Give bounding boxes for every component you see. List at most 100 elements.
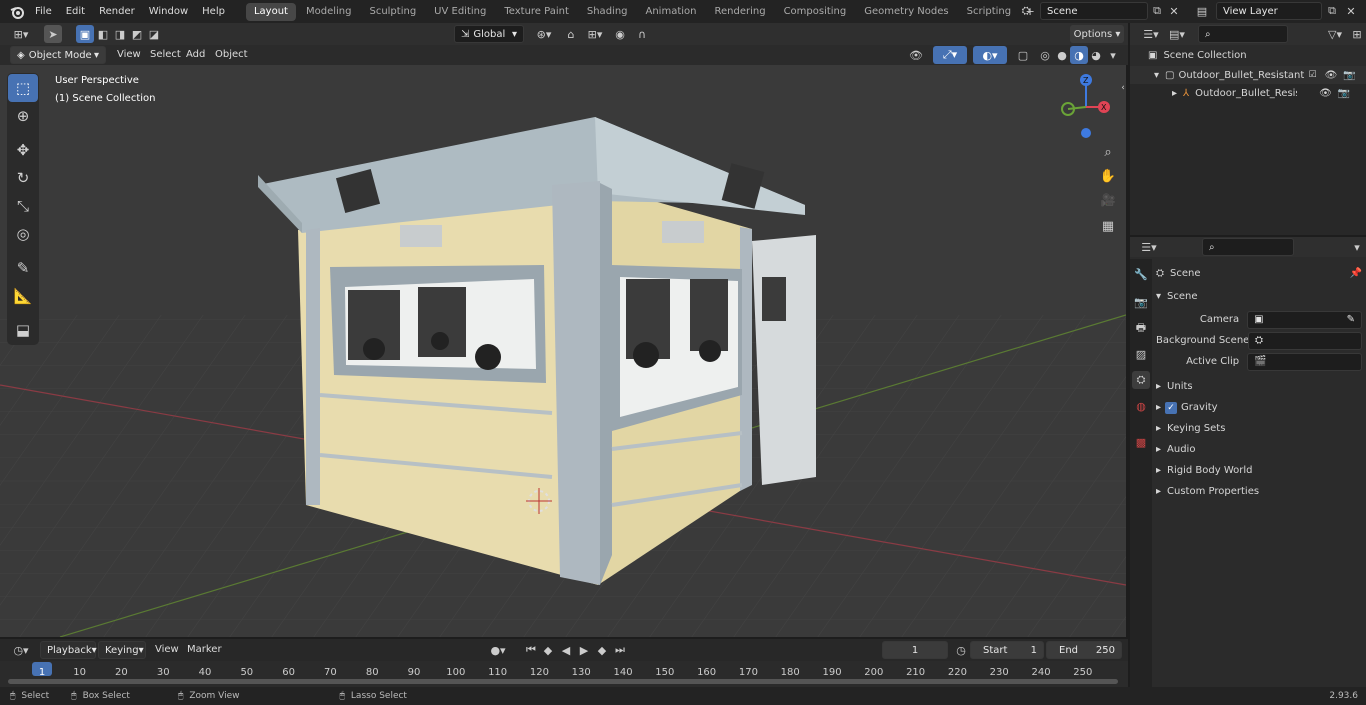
timeline-marker-menu[interactable]: Marker xyxy=(180,638,229,661)
end-frame-field[interactable]: End 250 xyxy=(1046,641,1122,659)
material-shading-icon[interactable]: ◑ xyxy=(1070,46,1088,64)
properties-options-icon[interactable]: ▾ xyxy=(1348,238,1366,256)
next-keyframe-icon[interactable]: ◆ xyxy=(593,641,611,659)
panel-keying-sets[interactable]: ▸ Keying Sets xyxy=(1156,418,1362,439)
gizmo-icon[interactable]: ⤢▾ xyxy=(933,46,967,64)
checkbox-icon[interactable]: ☑ xyxy=(1308,70,1316,80)
properties-editor-icon[interactable]: ☰▾ xyxy=(1136,238,1162,256)
tab-layout[interactable]: Layout xyxy=(245,2,296,21)
active-clip-field[interactable]: 🎬 xyxy=(1247,352,1362,371)
start-frame-field[interactable]: Start 1 xyxy=(970,641,1044,659)
new-scene-icon[interactable]: ⧉ xyxy=(1148,2,1166,20)
properties-search[interactable]: ⌕ xyxy=(1202,238,1294,256)
transform-tool-icon[interactable]: ◎ xyxy=(8,220,38,248)
tab-modeling[interactable]: Modeling xyxy=(298,3,360,21)
tab-sculpting[interactable]: Sculpting xyxy=(361,3,424,21)
view-layer-icon[interactable]: ▤ xyxy=(1190,2,1214,20)
jump-end-icon[interactable]: ⏭ xyxy=(611,641,629,659)
menu-render[interactable]: Render xyxy=(92,0,142,23)
keying-dropdown[interactable]: Keying ▾ xyxy=(98,641,146,659)
expand-arrow-icon[interactable]: ▾ xyxy=(1154,70,1159,81)
pin-icon[interactable]: 📌 xyxy=(1350,268,1362,279)
zoom-icon[interactable]: ⌕ xyxy=(1099,143,1117,161)
filter-icon[interactable]: ▽▾ xyxy=(1322,25,1348,43)
scene-field[interactable]: Scene xyxy=(1040,2,1148,20)
record-icon[interactable]: ●▾ xyxy=(482,641,514,659)
panel-audio[interactable]: ▸ Audio xyxy=(1156,439,1362,460)
delete-view-layer-icon[interactable]: ✕ xyxy=(1342,2,1360,20)
select-invert-icon[interactable]: ◩ xyxy=(128,25,146,43)
editor-type-icon[interactable]: ⊞▾ xyxy=(8,25,34,43)
outliner-row-scene-collection[interactable]: ▣ Scene Collection xyxy=(1130,45,1366,66)
proportional-falloff-icon[interactable]: ∩ xyxy=(629,25,655,43)
view-layer-field[interactable]: View Layer xyxy=(1216,2,1322,20)
menu-window[interactable]: Window xyxy=(142,0,195,23)
texture-tab-icon[interactable]: ▩ xyxy=(1132,433,1150,451)
annotate-tool-icon[interactable]: ✎ xyxy=(8,254,38,282)
outliner-row-object[interactable]: ▸ ⅄ Outdoor_Bullet_Resistan 👁 📷 xyxy=(1130,84,1366,102)
eye-icon[interactable]: 👁 xyxy=(1319,88,1332,99)
tab-shading[interactable]: Shading xyxy=(579,3,636,21)
select-new-icon[interactable]: ▣ xyxy=(76,25,94,43)
new-view-layer-icon[interactable]: ⧉ xyxy=(1323,2,1341,20)
pan-hand-icon[interactable]: ✋ xyxy=(1099,167,1117,185)
tab-scripting[interactable]: Scripting xyxy=(959,3,1019,21)
panel-custom-properties[interactable]: ▸ Custom Properties xyxy=(1156,481,1362,502)
menu-edit[interactable]: Edit xyxy=(59,0,92,23)
outliner-editor-icon[interactable]: ☰▾ xyxy=(1138,25,1164,43)
3d-viewport[interactable]: User Perspective (1) Scene Collection ⬚ … xyxy=(0,65,1126,637)
snap-target-icon[interactable]: ⊞▾ xyxy=(582,25,608,43)
play-icon[interactable]: ▶ xyxy=(575,641,593,659)
camera-icon[interactable]: 📷 xyxy=(1343,70,1355,81)
tool-tab-icon[interactable]: 🔧 xyxy=(1132,265,1150,283)
clock-icon[interactable]: ◷ xyxy=(952,641,970,659)
blender-logo-icon[interactable] xyxy=(6,3,28,21)
cursor-tool-icon[interactable]: ⊕ xyxy=(8,102,38,130)
tab-compositing[interactable]: Compositing xyxy=(776,3,855,21)
shading-options-icon[interactable]: ▾ xyxy=(1104,46,1122,64)
rotate-tool-icon[interactable]: ↻ xyxy=(8,164,38,192)
current-frame-field[interactable]: 1 xyxy=(882,641,948,659)
background-scene-field[interactable]: ⛭ xyxy=(1248,331,1362,350)
scene-tab-icon[interactable]: ⛭ xyxy=(1132,371,1150,389)
move-tool-icon[interactable]: ✥ xyxy=(8,136,38,164)
tab-texture-paint[interactable]: Texture Paint xyxy=(496,3,577,21)
scale-tool-icon[interactable]: ⤡ xyxy=(8,192,38,220)
timeline-editor-icon[interactable]: ◷▾ xyxy=(8,641,34,659)
scene-panel-header[interactable]: ▾ Scene xyxy=(1156,286,1362,307)
view-layer-tab-icon[interactable]: ▨ xyxy=(1132,345,1150,363)
collapse-arrow-icon[interactable]: ‹ xyxy=(1114,79,1126,97)
display-mode-icon[interactable]: ▤▾ xyxy=(1164,25,1190,43)
camera-icon[interactable]: 📷 xyxy=(1338,88,1350,99)
camera-view-icon[interactable]: 🎥 xyxy=(1099,191,1117,209)
select-intersect-icon[interactable]: ◪ xyxy=(145,25,163,43)
navigation-gizmo[interactable]: Z X xyxy=(1058,71,1118,141)
proportional-edit-icon[interactable]: ◉ xyxy=(611,25,629,43)
xray-icon[interactable]: ▢ xyxy=(1014,46,1032,64)
outliner-row-collection[interactable]: ▾ ▢ Outdoor_Bullet_Resistant_Ser ☑ 👁 📷 xyxy=(1130,66,1366,84)
panel-rigid-body-world[interactable]: ▸ Rigid Body World xyxy=(1156,460,1362,481)
mode-dropdown[interactable]: ◈ Object Mode ▾ xyxy=(10,46,106,64)
jump-start-icon[interactable]: ⏮ xyxy=(522,641,540,659)
select-mode-icon[interactable]: ➤ xyxy=(44,25,62,43)
eyedropper-icon[interactable]: ✎ xyxy=(1347,314,1355,325)
tab-animation[interactable]: Animation xyxy=(638,3,705,21)
grid-view-icon[interactable]: ▦ xyxy=(1099,217,1117,235)
wireframe-shading-icon[interactable]: ◎ xyxy=(1036,46,1054,64)
menu-object[interactable]: Object xyxy=(208,43,255,66)
measure-tool-icon[interactable]: 📐 xyxy=(8,282,38,310)
add-cube-tool-icon[interactable]: ⬓ xyxy=(8,316,38,344)
panel-units[interactable]: ▸ Units xyxy=(1156,376,1362,397)
tab-geometry-nodes[interactable]: Geometry Nodes xyxy=(856,3,956,21)
tab-rendering[interactable]: Rendering xyxy=(706,3,773,21)
menu-file[interactable]: File xyxy=(28,0,59,23)
outliner-search[interactable]: ⌕ xyxy=(1198,25,1288,43)
world-tab-icon[interactable]: ◍ xyxy=(1132,397,1150,415)
camera-field[interactable]: ▣ ✎ xyxy=(1247,310,1362,329)
select-extend-icon[interactable]: ◧ xyxy=(94,25,112,43)
output-tab-icon[interactable]: 🖶 xyxy=(1132,319,1150,337)
playback-dropdown[interactable]: Playback ▾ xyxy=(40,641,97,659)
render-tab-icon[interactable]: 📷 xyxy=(1132,293,1150,311)
new-collection-icon[interactable]: ⊞ xyxy=(1348,25,1366,43)
panel-gravity[interactable]: ▸ ✓ Gravity xyxy=(1156,397,1362,418)
